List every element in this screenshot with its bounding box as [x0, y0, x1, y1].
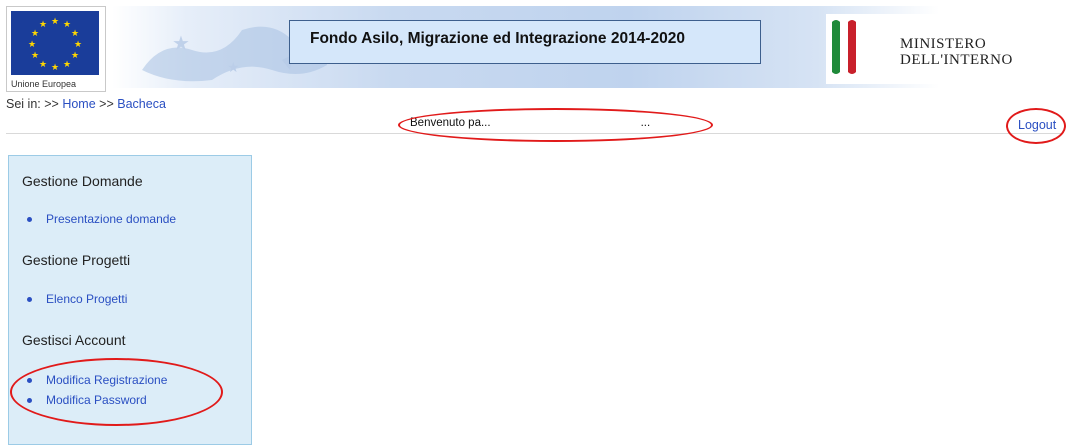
title-box: Fondo Asilo, Migrazione ed Integrazione …	[289, 20, 761, 64]
italian-flag-icon	[832, 20, 856, 74]
menu-item-modifica-password[interactable]: Modifica Password	[27, 393, 147, 407]
menu-item-elenco-progetti[interactable]: Elenco Progetti	[27, 292, 127, 306]
svg-text:★: ★	[227, 59, 240, 75]
bullet-icon	[27, 378, 32, 384]
bullet-icon	[27, 297, 32, 303]
header-banner: ★ ★ ★ ★ ★ ★ ★ ★ ★ ★ ★ ★ Unione Europea ★…	[0, 0, 1067, 92]
welcome-message: Benvenuto pa......	[410, 117, 651, 129]
header-divider	[6, 133, 1062, 134]
section-title-gestione-domande: Gestione Domande	[22, 173, 143, 189]
menu-item-presentazione-domande[interactable]: Presentazione domande	[27, 212, 176, 226]
breadcrumb: Sei in: >> Home >> Bacheca	[6, 97, 166, 111]
bullet-icon	[27, 217, 32, 223]
eu-label: Unione Europea	[11, 79, 77, 89]
breadcrumb-home-link[interactable]: Home	[62, 97, 95, 111]
page-title: Fondo Asilo, Migrazione ed Integrazione …	[310, 30, 685, 47]
logout-link[interactable]: Logout	[1018, 118, 1056, 132]
section-title-gestisci-account: Gestisci Account	[22, 332, 126, 348]
svg-text:★: ★	[172, 33, 190, 55]
redacted-username	[490, 117, 641, 128]
section-title-gestione-progetti: Gestione Progetti	[22, 252, 131, 268]
bullet-icon	[27, 398, 32, 404]
sidebar-menu: Gestione Domande Presentazione domande G…	[8, 155, 252, 445]
ministero-logo: MINISTERO DELL'INTERNO	[826, 14, 1056, 84]
menu-item-modifica-registrazione[interactable]: Modifica Registrazione	[27, 373, 167, 387]
breadcrumb-current-link[interactable]: Bacheca	[117, 97, 166, 111]
eu-logo: ★ ★ ★ ★ ★ ★ ★ ★ ★ ★ ★ ★ Unione Europea	[6, 6, 106, 92]
eu-flag-icon: ★ ★ ★ ★ ★ ★ ★ ★ ★ ★ ★ ★	[11, 11, 99, 75]
ministry-name: MINISTERO DELL'INTERNO	[900, 36, 1013, 68]
